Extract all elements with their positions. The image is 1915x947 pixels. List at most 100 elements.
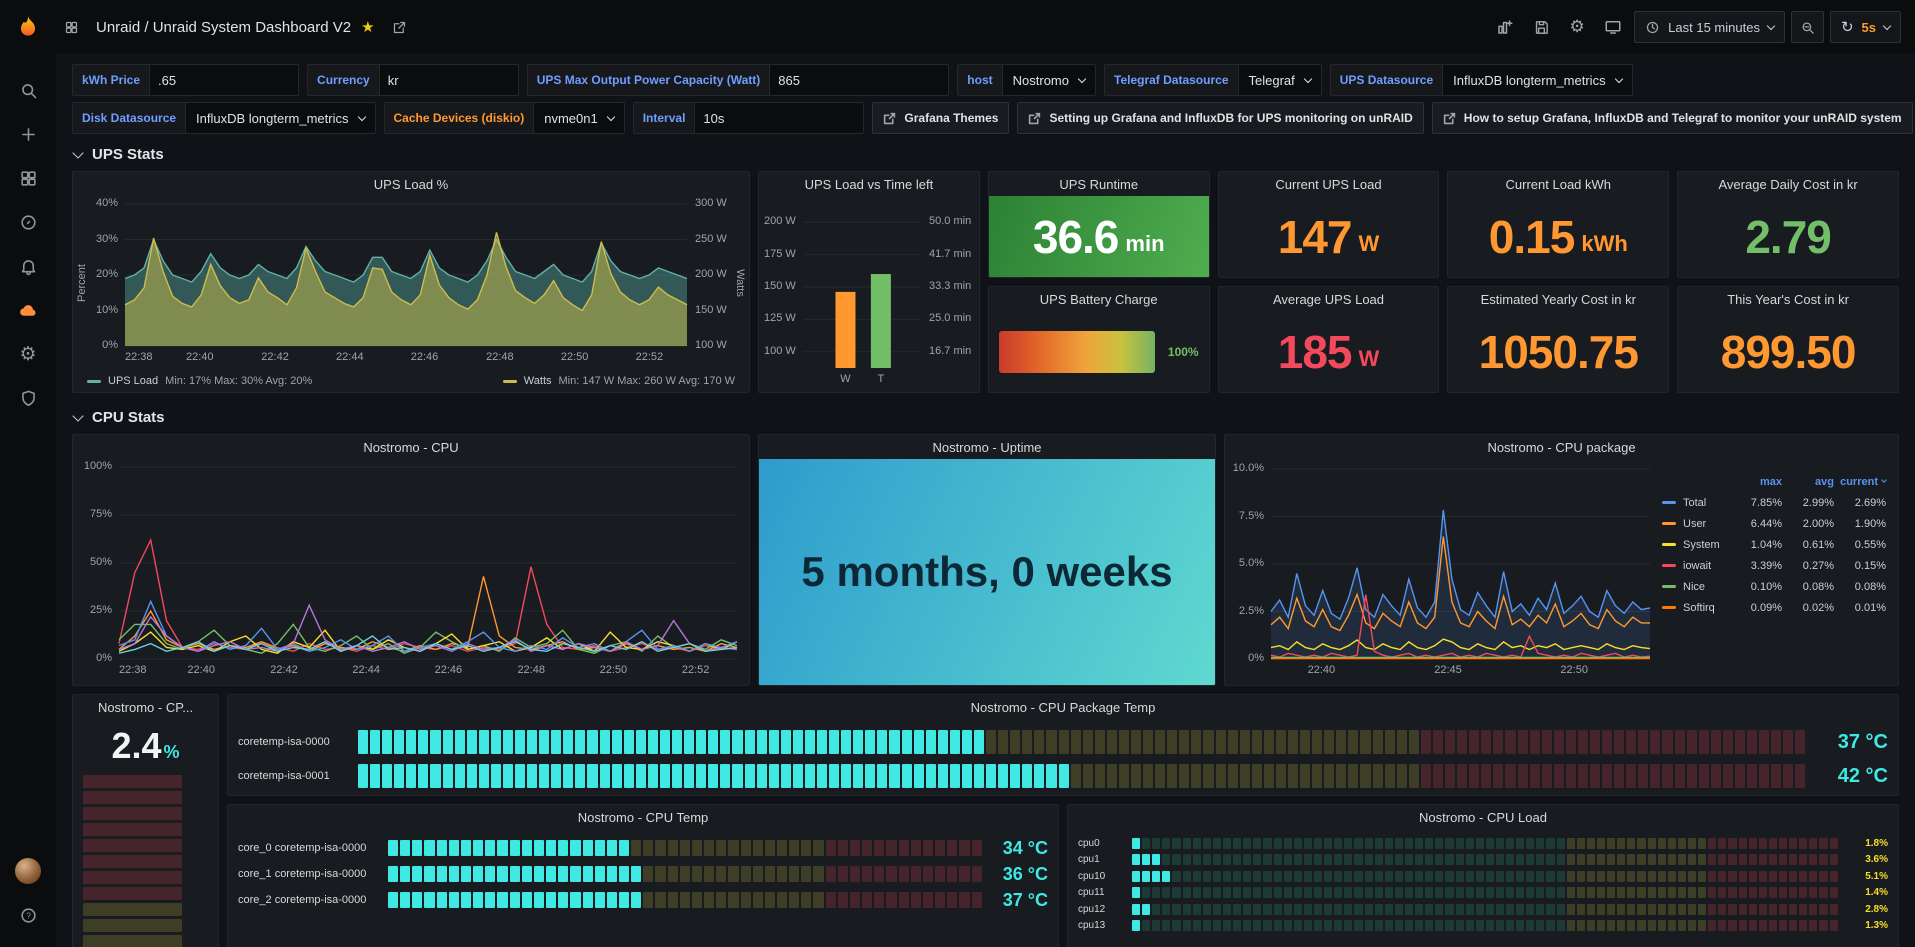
legend-item-total[interactable]: Total7.85%2.99%2.69% (1662, 492, 1886, 513)
panel-title[interactable]: UPS Load % (73, 172, 749, 196)
cycle-view-button[interactable] (1598, 12, 1628, 42)
time-range-picker[interactable]: Last 15 minutes (1634, 11, 1785, 43)
sidebar-item-explore[interactable] (0, 200, 56, 244)
zoom-out-icon (1800, 20, 1815, 35)
panel-title[interactable]: UPS Battery Charge (989, 287, 1209, 311)
panel-title[interactable]: Current UPS Load (1219, 172, 1439, 196)
link-grafana-themes[interactable]: Grafana Themes (872, 102, 1009, 134)
legend-current-value: 0.01% (1834, 602, 1886, 614)
legend-item-system[interactable]: System1.04%0.61%0.55% (1662, 534, 1886, 555)
legend-avg-value: 2.00% (1782, 518, 1834, 530)
legend-item-softirq[interactable]: Softirq0.09%0.02%0.01% (1662, 597, 1886, 618)
section-cpu-stats[interactable]: CPU Stats (74, 409, 1899, 426)
cpu-mini-vertical-gauge (83, 775, 182, 947)
grafana-flame-icon (15, 14, 41, 40)
legend-header-avg[interactable]: avg (1782, 476, 1834, 488)
var-telegraf-datasource: Telegraf Datasource Telegraf (1104, 64, 1322, 96)
sidebar-item-cloud-active[interactable] (0, 288, 56, 332)
panel-title[interactable]: Average UPS Load (1219, 287, 1439, 311)
dashboard-grid-icon[interactable] (56, 12, 86, 42)
sidebar-item-alerting[interactable] (0, 244, 56, 288)
panel-title[interactable]: Nostromo - CPU Temp (228, 805, 1058, 829)
ups-load-chart[interactable]: 0%10%20%30%40%100 W150 W200 W250 W300 W2… (73, 196, 749, 370)
legend-item-watts[interactable]: WattsMin: 147 W Max: 260 W Avg: 170 W (503, 375, 735, 387)
sidebar-item-search[interactable] (0, 68, 56, 112)
cpu-package-temp-gauges: coretemp-isa-000037 °Ccoretemp-isa-00014… (228, 719, 1898, 793)
bell-icon (19, 257, 38, 276)
panel-title[interactable]: This Year's Cost in kr (1678, 287, 1898, 311)
section-ups-stats[interactable]: UPS Stats (74, 146, 1899, 163)
favorite-star-icon[interactable]: ★ (361, 18, 374, 36)
panel-title[interactable]: UPS Load vs Time left (759, 172, 979, 196)
var-host: host Nostromo (957, 64, 1096, 96)
cpu-package-chart[interactable]: 0%2.5%5.0%7.5%10.0%22:4022:4522:50 (1225, 459, 1660, 685)
led-gauge-track (1132, 920, 1838, 931)
ups-load-vs-time-chart[interactable]: 100 W16.7 min125 W25.0 min150 W33.3 min1… (759, 196, 979, 392)
sidebar-item-create[interactable] (0, 112, 56, 156)
panel-title[interactable]: Average Daily Cost in kr (1678, 172, 1898, 196)
link-ups-monitoring-guide[interactable]: Setting up Grafana and InfluxDB for UPS … (1017, 102, 1423, 134)
share-icon[interactable] (385, 12, 415, 42)
this-years-cost-stat: 899.50 (1678, 311, 1898, 392)
add-panel-button[interactable] (1490, 12, 1520, 42)
zoom-out-button[interactable] (1791, 11, 1824, 43)
legend-item-nice[interactable]: Nice0.10%0.08%0.08% (1662, 576, 1886, 597)
legend-item-ups-load[interactable]: UPS LoadMin: 17% Max: 30% Avg: 20% (87, 375, 312, 387)
y-tick-right: 100 W (695, 339, 727, 352)
host-select[interactable]: Nostromo (1002, 64, 1096, 96)
sidebar-item-help[interactable]: ? (0, 893, 56, 937)
panel-title[interactable]: Current Load kWh (1448, 172, 1668, 196)
legend-header-current[interactable]: current (1834, 476, 1886, 488)
panel-title[interactable]: Nostromo - Uptime (759, 435, 1215, 459)
nostromo-cpu-chart[interactable]: 0%25%50%75%100%22:3822:4022:4222:4422:46… (73, 459, 749, 685)
save-dashboard-button[interactable] (1526, 12, 1556, 42)
var-label: Cache Devices (diskio) (384, 102, 534, 134)
refresh-button[interactable]: ↻ 5s (1830, 11, 1901, 43)
sidebar-item-server-admin[interactable] (0, 376, 56, 420)
cpu-package-body: 0%2.5%5.0%7.5%10.0%22:4022:4522:50 maxav… (1225, 459, 1898, 685)
legend-header-max[interactable]: max (1730, 476, 1782, 488)
sidebar-item-configuration[interactable]: ⚙ (0, 332, 56, 376)
stat-unit: kWh (1581, 231, 1627, 257)
y-axis-title-right: Watts (734, 269, 746, 297)
stat-value: 1050.75 (1479, 329, 1638, 375)
ups-datasource-select[interactable]: InfluxDB longterm_metrics (1442, 64, 1632, 96)
ups-datasource-value: InfluxDB longterm_metrics (1453, 73, 1605, 88)
dashboard-settings-button[interactable]: ⚙ (1562, 12, 1592, 42)
kwh-price-input[interactable] (149, 64, 299, 96)
cache-devices-select[interactable]: nvme0n1 (533, 102, 624, 134)
y-tick-right: 200 W (695, 268, 727, 281)
panel-title[interactable]: Nostromo - CPU Load (1068, 805, 1898, 829)
panel-title[interactable]: Nostromo - CPU Package Temp (228, 695, 1898, 719)
y-tick-right: 50.0 min (929, 215, 971, 228)
dashboard-title[interactable]: Unraid / Unraid System Dashboard V2 (96, 19, 351, 36)
panel-nostromo-uptime: Nostromo - Uptime 5 months, 0 weeks (758, 434, 1216, 686)
panel-title[interactable]: Nostromo - CPU package (1225, 435, 1898, 459)
currency-input[interactable] (379, 64, 519, 96)
link-telegraf-setup-guide[interactable]: How to setup Grafana, InfluxDB and Teleg… (1432, 102, 1913, 134)
battery-gauge-bar (999, 331, 1155, 373)
led-gauge-track (358, 730, 1806, 754)
telegraf-datasource-select[interactable]: Telegraf (1238, 64, 1322, 96)
search-icon (19, 81, 38, 100)
sidebar-item-dashboards[interactable] (0, 156, 56, 200)
var-cache-devices: Cache Devices (diskio) nvme0n1 (384, 102, 625, 134)
legend-item-user[interactable]: User6.44%2.00%1.90% (1662, 513, 1886, 534)
panel-title[interactable]: Nostromo - CP... (73, 695, 218, 719)
estimated-yearly-cost-stat: 1050.75 (1448, 311, 1668, 392)
ups-max-capacity-input[interactable] (769, 64, 949, 96)
panel-title[interactable]: Nostromo - CPU (73, 435, 749, 459)
interval-input[interactable] (694, 102, 864, 134)
refresh-interval-label[interactable]: 5s (1862, 20, 1876, 35)
panel-title[interactable]: Estimated Yearly Cost in kr (1448, 287, 1668, 311)
panel-title[interactable]: UPS Runtime (989, 172, 1209, 196)
disk-datasource-select[interactable]: InfluxDB longterm_metrics (185, 102, 375, 134)
panel-cpu-load: Nostromo - CPU Load cpu01.8%cpu13.6%cpu1… (1067, 804, 1899, 947)
legend-item-iowait[interactable]: iowait3.39%0.27%0.15% (1662, 555, 1886, 576)
led-gauge-row: core_0 coretemp-isa-000034 °C (238, 835, 1048, 861)
y-tick-left: 10% (96, 304, 118, 317)
grafana-logo-icon[interactable] (0, 14, 56, 40)
host-select-value: Nostromo (1013, 73, 1069, 88)
y-tick-right: 41.7 min (929, 248, 971, 261)
sidebar-item-profile[interactable] (0, 849, 56, 893)
